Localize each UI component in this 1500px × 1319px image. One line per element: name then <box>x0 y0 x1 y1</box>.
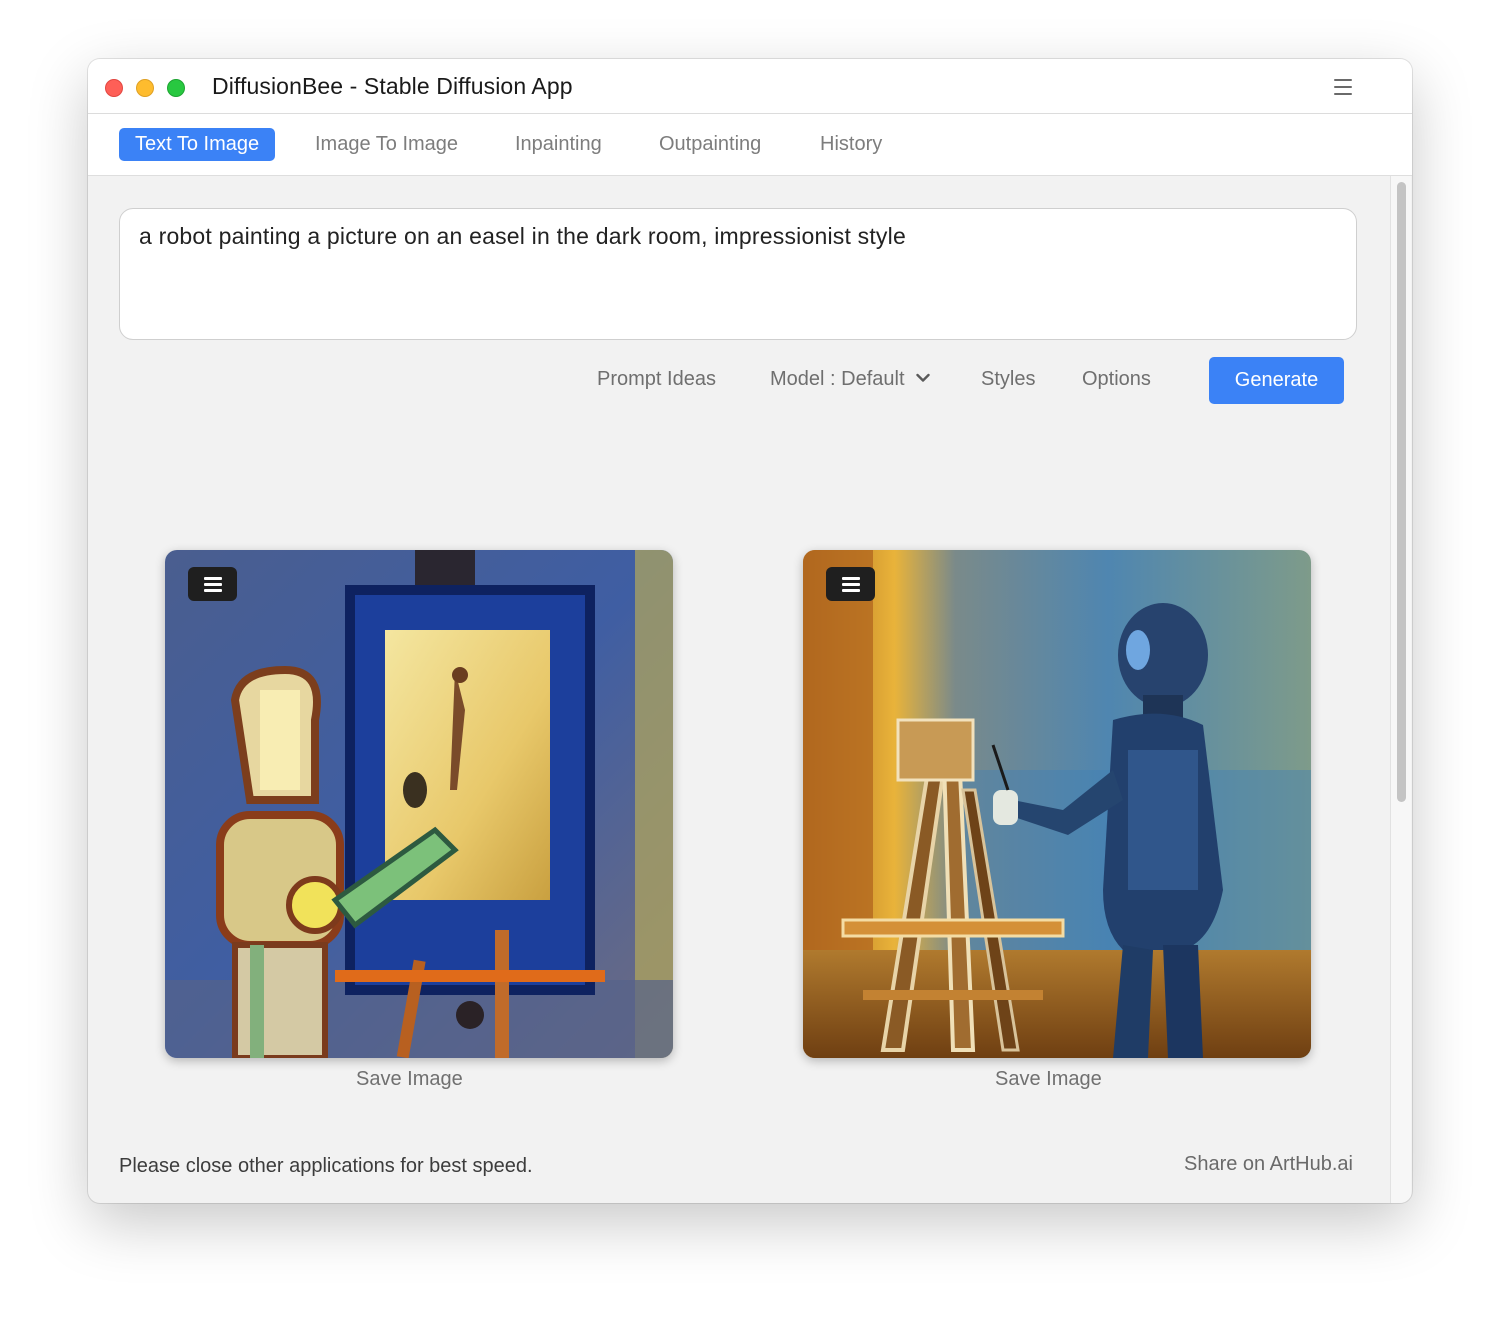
image-menu-icon[interactable] <box>826 567 875 601</box>
minimize-window-button[interactable] <box>136 79 154 97</box>
save-image-button-1[interactable]: Save Image <box>356 1068 463 1091</box>
model-select-label: Model : Default <box>770 368 905 390</box>
share-arthub-link[interactable]: Share on ArtHub.ai <box>1184 1153 1353 1176</box>
hamburger-menu-icon[interactable] <box>1334 79 1352 95</box>
window-title: DiffusionBee - Stable Diffusion App <box>212 73 573 99</box>
vertical-scrollbar[interactable] <box>1390 176 1411 1203</box>
generated-image-1[interactable] <box>165 550 673 1058</box>
model-select[interactable]: Model : Default <box>770 368 930 391</box>
prompt-ideas-button[interactable]: Prompt Ideas <box>597 368 716 391</box>
tab-history[interactable]: History <box>804 128 898 161</box>
options-button[interactable]: Options <box>1082 368 1151 391</box>
maximize-window-button[interactable] <box>167 79 185 97</box>
save-image-button-2[interactable]: Save Image <box>995 1068 1102 1091</box>
chevron-down-icon <box>916 373 930 382</box>
tab-text-to-image[interactable]: Text To Image <box>119 128 276 161</box>
image-menu-icon[interactable] <box>188 567 237 601</box>
tab-outpainting[interactable]: Outpainting <box>643 128 777 161</box>
prompt-input[interactable]: a robot painting a picture on an easel i… <box>119 208 1357 340</box>
scrollbar-thumb[interactable] <box>1397 182 1406 802</box>
tab-image-to-image[interactable]: Image To Image <box>299 128 474 161</box>
status-message: Please close other applications for best… <box>119 1155 533 1177</box>
generated-image-2[interactable] <box>803 550 1311 1058</box>
tab-bar: Text To Image Image To Image Inpainting … <box>88 114 1412 176</box>
styles-button[interactable]: Styles <box>981 368 1035 391</box>
close-window-button[interactable] <box>105 79 123 97</box>
tab-inpainting[interactable]: Inpainting <box>499 128 618 161</box>
robot-painting-image-2 <box>803 550 1311 1058</box>
generate-button[interactable]: Generate <box>1209 357 1344 404</box>
robot-painting-image-1 <box>165 550 673 1058</box>
prompt-text: a robot painting a picture on an easel i… <box>139 223 906 249</box>
app-window: DiffusionBee - Stable Diffusion App Text… <box>88 59 1412 1203</box>
title-bar: DiffusionBee - Stable Diffusion App <box>88 59 1412 114</box>
